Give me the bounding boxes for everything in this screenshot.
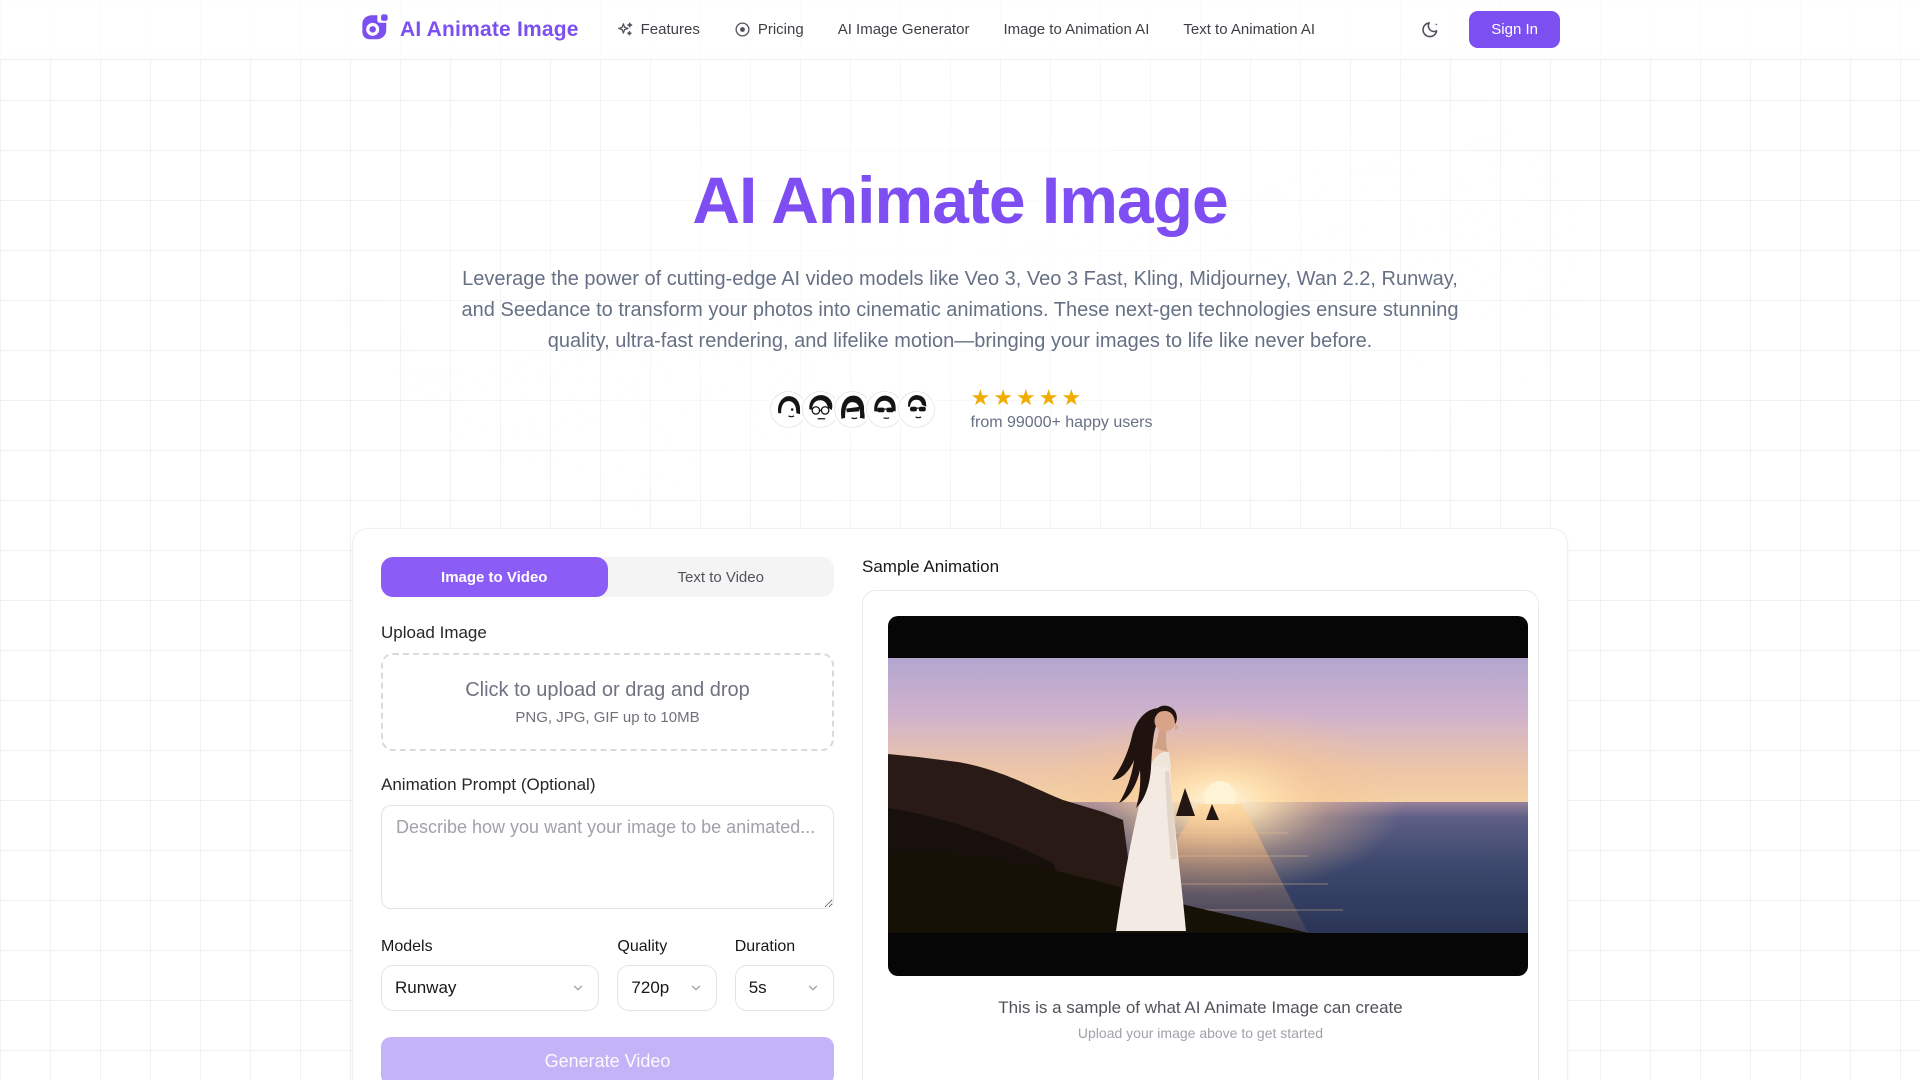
star-icon: ★ bbox=[1061, 385, 1084, 410]
page-title: AI Animate Image bbox=[0, 162, 1920, 238]
nav-links: Features Pricing AI Image Generator Imag… bbox=[617, 21, 1315, 38]
chevron-down-icon bbox=[571, 981, 585, 995]
nav-item-label: Text to Animation AI bbox=[1183, 21, 1315, 38]
avatar bbox=[896, 389, 937, 430]
nav-item-label: Image to Animation AI bbox=[1003, 21, 1149, 38]
sample-card: This is a sample of what AI Animate Imag… bbox=[862, 590, 1539, 1080]
models-value: Runway bbox=[395, 978, 456, 998]
models-select[interactable]: Runway bbox=[381, 965, 599, 1011]
quality-select[interactable]: 720p bbox=[617, 965, 716, 1011]
star-rating: ★★★★★ bbox=[971, 387, 1153, 409]
brand-home-link[interactable]: AI Animate Image bbox=[360, 12, 579, 47]
brand-name: AI Animate Image bbox=[400, 18, 579, 42]
social-proof: ★★★★★ from 99000+ happy users bbox=[0, 387, 1920, 432]
hero-section: AI Animate Image Leverage the power of c… bbox=[0, 162, 1920, 432]
upload-label: Upload Image bbox=[381, 623, 834, 643]
nav-item-ai-image-generator[interactable]: AI Image Generator bbox=[838, 21, 970, 38]
duration-value: 5s bbox=[749, 978, 767, 998]
chevron-down-icon bbox=[689, 981, 703, 995]
sunset-scene-image bbox=[888, 658, 1528, 933]
nav-item-image-to-animation[interactable]: Image to Animation AI bbox=[1003, 21, 1149, 38]
duration-label: Duration bbox=[735, 938, 834, 956]
sample-subcaption: Upload your image above to get started bbox=[888, 1025, 1513, 1041]
mode-tabs: Image to Video Text to Video bbox=[381, 557, 834, 597]
star-icon: ★ bbox=[971, 385, 994, 410]
tab-text-to-video[interactable]: Text to Video bbox=[608, 557, 835, 597]
nav-item-pricing[interactable]: Pricing bbox=[734, 21, 804, 38]
tab-image-to-video[interactable]: Image to Video bbox=[381, 557, 608, 597]
generator-card: Image to Video Text to Video Upload Imag… bbox=[352, 528, 1568, 1080]
sample-caption: This is a sample of what AI Animate Imag… bbox=[888, 998, 1513, 1018]
sign-in-button[interactable]: Sign In bbox=[1469, 11, 1560, 48]
chevron-down-icon bbox=[806, 981, 820, 995]
upload-cta: Click to upload or drag and drop bbox=[465, 679, 750, 702]
user-avatars bbox=[768, 389, 937, 430]
star-icon: ★ bbox=[993, 385, 1016, 410]
sparkles-icon bbox=[617, 21, 634, 38]
options-row: Models Runway Quality 720p Dur bbox=[381, 938, 834, 1011]
rating-block: ★★★★★ from 99000+ happy users bbox=[971, 387, 1153, 432]
coin-icon bbox=[734, 21, 751, 38]
upload-dropzone[interactable]: Click to upload or drag and drop PNG, JP… bbox=[381, 653, 834, 751]
star-icon: ★ bbox=[1016, 385, 1039, 410]
duration-select[interactable]: 5s bbox=[735, 965, 834, 1011]
nav-item-label: Features bbox=[641, 21, 700, 38]
rating-text: from 99000+ happy users bbox=[971, 414, 1153, 432]
nav-item-text-to-animation[interactable]: Text to Animation AI bbox=[1183, 21, 1315, 38]
nav-item-label: AI Image Generator bbox=[838, 21, 970, 38]
dark-mode-toggle[interactable] bbox=[1413, 13, 1447, 47]
star-icon: ★ bbox=[1039, 385, 1062, 410]
upload-hint: PNG, JPG, GIF up to 10MB bbox=[515, 709, 699, 726]
nav-item-features[interactable]: Features bbox=[617, 21, 700, 38]
generate-video-button[interactable]: Generate Video bbox=[381, 1037, 834, 1080]
quality-value: 720p bbox=[631, 978, 669, 998]
brand-logo-icon bbox=[360, 12, 390, 47]
sample-heading: Sample Animation bbox=[862, 557, 1539, 577]
nav-item-label: Pricing bbox=[758, 21, 804, 38]
models-label: Models bbox=[381, 938, 599, 956]
sample-video-preview bbox=[888, 616, 1528, 976]
hero-description: Leverage the power of cutting-edge AI vi… bbox=[453, 264, 1468, 357]
navbar: AI Animate Image Features bbox=[0, 0, 1920, 60]
prompt-label: Animation Prompt (Optional) bbox=[381, 775, 834, 795]
sample-panel: Sample Animation bbox=[862, 557, 1539, 1080]
prompt-textarea[interactable] bbox=[381, 805, 834, 909]
generator-form: Image to Video Text to Video Upload Imag… bbox=[381, 557, 834, 1080]
quality-label: Quality bbox=[617, 938, 716, 956]
